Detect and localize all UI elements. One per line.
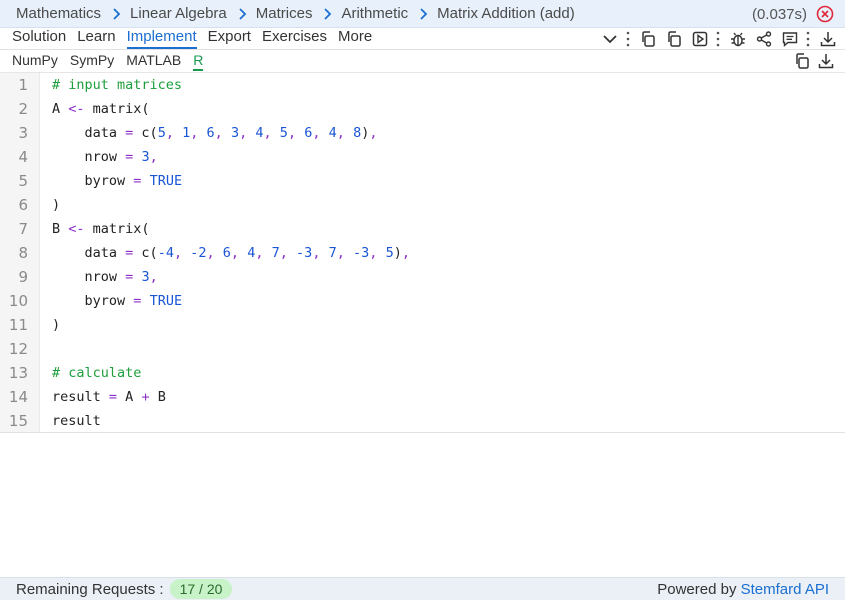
code-text: data = c(-4, -2, 6, 4, 7, -3, 7, -3, 5), xyxy=(52,245,410,261)
code-text: A <- matrix( xyxy=(52,101,150,117)
line-number: 7 xyxy=(18,220,28,238)
more-vertical-icon[interactable] xyxy=(625,30,631,48)
stemfard-api-link[interactable]: Stemfard API xyxy=(741,581,829,598)
tab-more[interactable]: More xyxy=(338,28,372,49)
code-line: 3 data = c(5, 1, 6, 3, 4, 5, 6, 4, 8), xyxy=(0,121,845,145)
breadcrumb-item-mathematics[interactable]: Mathematics xyxy=(16,5,101,22)
code-line: 5 byrow = TRUE xyxy=(0,169,845,193)
code-text: data = c(5, 1, 6, 3, 4, 5, 6, 4, 8), xyxy=(52,125,378,141)
code-line: 12 xyxy=(0,337,845,361)
line-number: 1 xyxy=(18,76,28,94)
line-number: 10 xyxy=(8,292,28,310)
share-icon[interactable] xyxy=(755,30,773,48)
breadcrumb-item-matrices[interactable]: Matrices xyxy=(256,5,313,22)
breadcrumb-item-matrix-addition: Matrix Addition (add) xyxy=(437,5,575,22)
download-icon[interactable] xyxy=(819,30,837,48)
copy-icon[interactable] xyxy=(793,52,811,70)
tab-solution[interactable]: Solution xyxy=(12,28,66,49)
line-number: 15 xyxy=(8,412,28,430)
code-tools xyxy=(787,52,835,70)
more-vertical-icon[interactable] xyxy=(805,30,811,48)
line-number: 8 xyxy=(18,244,28,262)
tab-language-sympy[interactable]: SymPy xyxy=(70,52,114,71)
line-number: 6 xyxy=(18,196,28,214)
remaining-requests-label: Remaining Requests : xyxy=(16,580,164,598)
chevron-right-icon xyxy=(238,7,247,20)
code-line: 13 # calculate xyxy=(0,361,845,385)
close-icon[interactable] xyxy=(816,5,834,23)
breadcrumb-item-arithmetic[interactable]: Arithmetic xyxy=(341,5,408,22)
run-icon[interactable] xyxy=(691,30,709,48)
code-text: result xyxy=(52,413,101,429)
code-text: result = A + B xyxy=(52,389,166,405)
toolbar xyxy=(593,30,837,48)
line-number: 11 xyxy=(8,316,28,334)
code-text: ) xyxy=(52,197,61,213)
copy-icon[interactable] xyxy=(665,30,683,48)
remaining-requests-badge: 17 / 20 xyxy=(169,579,233,599)
code-text: B <- matrix( xyxy=(52,221,150,237)
comment-icon[interactable] xyxy=(781,30,799,48)
breadcrumb-item-linear-algebra[interactable]: Linear Algebra xyxy=(130,5,227,22)
bug-icon[interactable] xyxy=(729,30,747,48)
copy-icon[interactable] xyxy=(639,30,657,48)
code-text: ) xyxy=(52,317,61,333)
code-line: 10 byrow = TRUE xyxy=(0,289,845,313)
code-line: 11) xyxy=(0,313,845,337)
code-text: byrow = TRUE xyxy=(52,173,183,189)
line-number: 12 xyxy=(8,340,28,358)
tab-exercises[interactable]: Exercises xyxy=(262,28,327,49)
chevron-right-icon xyxy=(323,7,332,20)
chevron-down-icon[interactable] xyxy=(601,30,619,48)
line-number: 4 xyxy=(18,148,28,166)
code-text: # calculate xyxy=(52,365,142,381)
powered-by: Powered by Stemfard API xyxy=(657,581,829,598)
line-number: 14 xyxy=(8,388,28,406)
tab-implement[interactable]: Implement xyxy=(126,28,197,49)
tab-export[interactable]: Export xyxy=(208,28,251,49)
code-text: nrow = 3, xyxy=(52,269,158,285)
tab-learn[interactable]: Learn xyxy=(77,28,115,49)
code-editor[interactable]: 1 # input matrices 2 A <- matrix( 3 data = c… xyxy=(0,73,845,433)
powered-by-prefix: Powered by xyxy=(657,581,737,598)
line-number: 13 xyxy=(8,364,28,382)
code-line: 8 data = c(-4, -2, 6, 4, 7, -3, 7, -3, 5… xyxy=(0,241,845,265)
status-bar: Remaining Requests : 17 / 20 Powered by … xyxy=(0,577,845,600)
line-number: 3 xyxy=(18,124,28,142)
breadcrumb: Mathematics Linear Algebra Matrices Arit… xyxy=(0,0,845,28)
code-text: nrow = 3, xyxy=(52,149,158,165)
tab-language-numpy[interactable]: NumPy xyxy=(12,52,58,71)
chevron-right-icon xyxy=(419,7,428,20)
language-tabs: NumPy SymPy MATLAB R xyxy=(0,50,845,73)
main-tabs: Solution Learn Implement Export Exercise… xyxy=(0,28,845,50)
line-number: 2 xyxy=(18,100,28,118)
line-number: 5 xyxy=(18,172,28,190)
download-icon[interactable] xyxy=(817,52,835,70)
code-line: 14 result = A + B xyxy=(0,385,845,409)
timing-readout: (0.037s) xyxy=(751,6,807,23)
code-line: 6) xyxy=(0,193,845,217)
more-vertical-icon[interactable] xyxy=(715,30,721,48)
code-line: 9 nrow = 3, xyxy=(0,265,845,289)
code-line: 15 result xyxy=(0,409,845,433)
code-line: 1 # input matrices xyxy=(0,73,845,97)
code-line: 7 B <- matrix( xyxy=(0,217,845,241)
code-line: 2 A <- matrix( xyxy=(0,97,845,121)
code-text: # input matrices xyxy=(52,77,183,93)
code-line: 4 nrow = 3, xyxy=(0,145,845,169)
tab-language-r[interactable]: R xyxy=(193,52,204,71)
code-text: byrow = TRUE xyxy=(52,293,183,309)
line-number: 9 xyxy=(18,268,28,286)
tab-language-matlab[interactable]: MATLAB xyxy=(126,52,181,71)
chevron-right-icon xyxy=(112,7,121,20)
